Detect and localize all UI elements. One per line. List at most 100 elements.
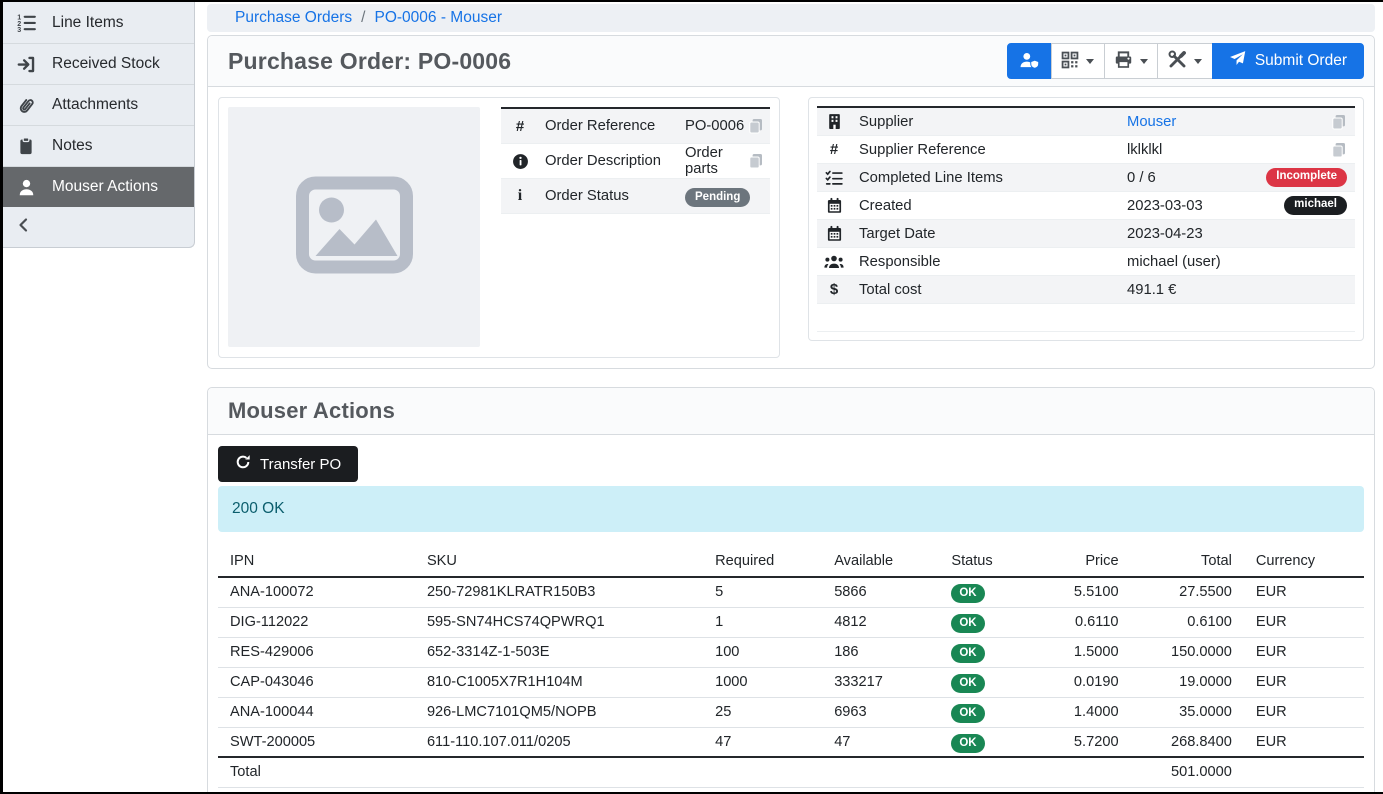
- caret-down-icon: [1140, 59, 1148, 64]
- order-details-body: # Order Reference PO-0006: [208, 87, 1374, 368]
- col-currency: Currency: [1244, 548, 1364, 577]
- ok-badge: OK: [951, 674, 984, 693]
- transfer-status-alert: 200 OK: [218, 486, 1364, 532]
- mouser-actions-header: Mouser Actions: [208, 388, 1374, 435]
- breadcrumb-separator: /: [361, 9, 365, 27]
- ok-badge: OK: [951, 584, 984, 603]
- hashtag-icon: #: [509, 118, 531, 135]
- sidebar-item-label: Received Stock: [52, 55, 160, 73]
- copy-icon[interactable]: [748, 153, 764, 169]
- sidebar-item-notes[interactable]: Notes: [0, 125, 194, 166]
- breadcrumb: Purchase Orders / PO-0006 - Mouser: [207, 4, 1375, 32]
- col-price: Price: [1062, 548, 1131, 577]
- detail-row-order-reference: # Order Reference PO-0006: [501, 109, 770, 144]
- page-title: Purchase Order: PO-0006: [228, 48, 511, 75]
- barcode-actions-button[interactable]: [1051, 43, 1105, 79]
- caret-down-icon: [1194, 59, 1202, 64]
- table-row: RES-429006 652-3314Z-1-503E 100 186 OK 1…: [218, 637, 1364, 667]
- detail-row-responsible: Responsible michael (user): [817, 248, 1355, 276]
- detail-row-target-date: Target Date 2023-04-23: [817, 220, 1355, 248]
- users-icon: [823, 254, 845, 270]
- sign-in-icon: [14, 55, 38, 74]
- calendar-icon: [823, 225, 845, 242]
- paper-plane-icon: [1229, 50, 1246, 72]
- footer-total-label: Total: [218, 757, 415, 787]
- detail-row-supplier-reference: # Supplier Reference lklklkl: [817, 136, 1355, 164]
- sidebar-item-label: Notes: [52, 137, 93, 155]
- svg-text:3: 3: [17, 26, 21, 32]
- copy-icon[interactable]: [1331, 114, 1347, 130]
- col-required: Required: [703, 548, 822, 577]
- user-icon: [14, 178, 38, 197]
- sidebar-item-label: Line Items: [52, 14, 124, 32]
- col-total: Total: [1131, 548, 1244, 577]
- purchase-order-panel: Purchase Order: PO-0006: [207, 35, 1375, 369]
- mouser-actions-panel: Mouser Actions Transfer PO 200 OK: [207, 387, 1375, 794]
- table-row: CAP-043046 810-C1005X7R1H104M 1000 33321…: [218, 667, 1364, 697]
- footer-total-value: 501.0000: [1131, 757, 1244, 787]
- sidebar-item-received-stock[interactable]: Received Stock: [0, 43, 194, 84]
- purchase-order-header: Purchase Order: PO-0006: [208, 36, 1374, 87]
- ok-badge: OK: [951, 734, 984, 753]
- table-row: DIG-112022 595-SN74HCS74QPWRQ1 1 4812 OK…: [218, 607, 1364, 637]
- user-badge-michael: michael: [1284, 196, 1347, 215]
- table-row: ANA-100044 926-LMC7101QM5/NOPB 25 6963 O…: [218, 697, 1364, 727]
- rotate-icon: [235, 454, 251, 474]
- ok-badge: OK: [951, 614, 984, 633]
- calendar-icon: [823, 197, 845, 214]
- list-check-icon: [823, 169, 845, 187]
- part-image-placeholder[interactable]: [228, 107, 480, 347]
- col-available: Available: [822, 548, 939, 577]
- sidebar-item-line-items[interactable]: 123 Line Items: [0, 2, 194, 43]
- incomplete-badge: Incomplete: [1266, 168, 1347, 187]
- app-window: 123 Line Items: [0, 0, 1383, 794]
- sidebar: 123 Line Items: [0, 0, 195, 794]
- sidebar-collapse-button[interactable]: [0, 207, 194, 247]
- sidebar-item-label: Mouser Actions: [52, 178, 158, 196]
- detail-row-supplier: Supplier Mouser: [817, 108, 1355, 136]
- detail-row-order-status: i Order Status Pending: [501, 179, 770, 214]
- transfer-po-label: Transfer PO: [260, 456, 341, 473]
- building-icon: [823, 113, 845, 130]
- circle-info-icon: [509, 153, 531, 170]
- printer-icon: [1114, 50, 1133, 72]
- table-row: ANA-100072 250-72981KLRATR150B3 5 5866 O…: [218, 577, 1364, 607]
- detail-row-completed-line-items: Completed Line Items 0 / 6 Incomplete: [817, 164, 1355, 192]
- alert-message: 200 OK: [232, 500, 285, 518]
- order-toolbar: Submit Order: [1007, 43, 1364, 79]
- dollar-icon: $: [823, 281, 845, 298]
- col-status: Status: [939, 548, 1062, 577]
- breadcrumb-purchase-orders[interactable]: Purchase Orders: [235, 9, 352, 27]
- qrcode-icon: [1061, 51, 1079, 72]
- main-content: Purchase Orders / PO-0006 - Mouser Purch…: [195, 0, 1383, 794]
- tools-icon: [1168, 50, 1187, 72]
- table-header-row: IPN SKU Required Available Status Price …: [218, 548, 1364, 577]
- col-sku: SKU: [415, 548, 703, 577]
- detail-row-created: Created 2023-03-03 michael: [817, 192, 1355, 220]
- copy-icon[interactable]: [1331, 142, 1347, 158]
- list-ol-icon: 123: [14, 13, 38, 32]
- col-ipn: IPN: [218, 548, 415, 577]
- ok-badge: OK: [951, 704, 984, 723]
- paperclip-icon: [14, 96, 38, 115]
- line-items-table: IPN SKU Required Available Status Price …: [218, 548, 1364, 788]
- sidebar-item-label: Attachments: [52, 96, 138, 114]
- order-actions-button[interactable]: [1157, 43, 1213, 79]
- sidebar-item-attachments[interactable]: Attachments: [0, 84, 194, 125]
- table-row: SWT-200005 611-110.107.011/0205 47 47 OK…: [218, 727, 1364, 757]
- submit-order-button[interactable]: Submit Order: [1212, 43, 1364, 79]
- detail-row-total-cost: $ Total cost 491.1 €: [817, 276, 1355, 304]
- supplier-link[interactable]: Mouser: [1127, 114, 1176, 130]
- breadcrumb-current-order[interactable]: PO-0006 - Mouser: [374, 9, 502, 27]
- transfer-po-button[interactable]: Transfer PO: [218, 446, 358, 482]
- chevron-left-icon: [16, 217, 32, 238]
- print-actions-button[interactable]: [1104, 43, 1158, 79]
- admin-user-button[interactable]: [1007, 43, 1052, 79]
- sidebar-item-mouser-actions[interactable]: Mouser Actions: [0, 166, 194, 207]
- copy-icon[interactable]: [748, 118, 764, 134]
- order-summary-card: # Order Reference PO-0006: [218, 97, 780, 358]
- detail-row-empty: [817, 304, 1355, 332]
- detail-row-order-description: Order Description Order parts: [501, 144, 770, 179]
- supplier-details-card: Supplier Mouser # Supplier Ref: [808, 97, 1364, 341]
- mouser-actions-title: Mouser Actions: [228, 398, 395, 424]
